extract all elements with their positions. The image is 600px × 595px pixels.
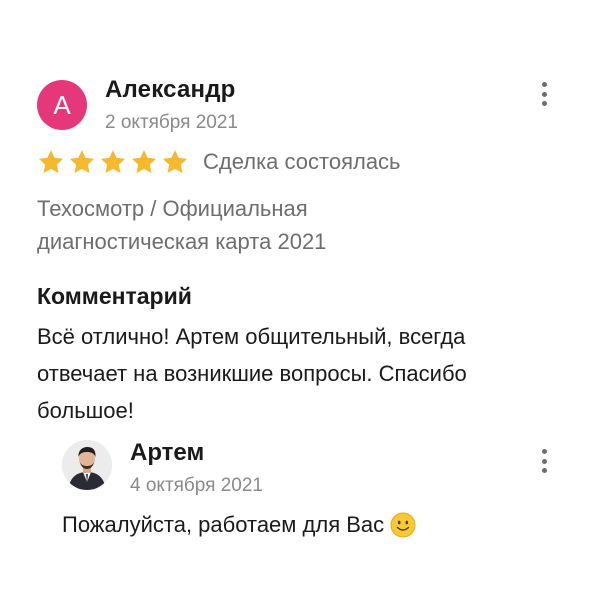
reply-header: Артем 4 октября 2021	[62, 437, 562, 499]
reply-author-name[interactable]: Артем	[130, 439, 204, 467]
person-photo-icon	[62, 440, 112, 490]
avatar[interactable]: А	[37, 80, 87, 130]
review-header: А Александр 2 октября 2021	[37, 74, 567, 133]
service-name: Техосмотр / Официальная диагностическая …	[37, 192, 397, 258]
star-icon	[100, 150, 126, 173]
reply-date: 4 октября 2021	[130, 475, 263, 496]
comment-text: Всё отлично! Артем общительный, всегда о…	[37, 324, 467, 423]
service-line: диагностическая карта 2021	[37, 229, 327, 254]
review-date: 2 октября 2021	[105, 112, 238, 133]
star-icon	[38, 150, 64, 173]
deal-status: Сделка состоялась	[203, 149, 401, 174]
author-name[interactable]: Александр	[105, 76, 235, 104]
more-vertical-icon[interactable]	[536, 449, 552, 473]
reply-avatar[interactable]	[62, 440, 112, 490]
reply-text: Пожалуйста, работаем для Вас	[62, 512, 385, 537]
seller-reply: Артем 4 октября 2021 Пожалуйста, работае…	[62, 437, 562, 541]
star-icon	[162, 150, 188, 173]
reply-text-row: Пожалуйста, работаем для Вас	[62, 509, 562, 541]
star-rating	[37, 148, 189, 176]
star-icon	[131, 150, 157, 173]
comment-title: Комментарий	[37, 283, 192, 309]
service-line: Техосмотр / Официальная	[37, 196, 308, 221]
star-icon	[69, 150, 95, 173]
more-vertical-icon[interactable]	[536, 82, 552, 106]
review-card: А Александр 2 октября 2021 Сделка состоя…	[37, 74, 567, 429]
rating-row: Сделка состоялась	[37, 146, 567, 178]
slightly-smiling-face-icon	[390, 512, 416, 538]
